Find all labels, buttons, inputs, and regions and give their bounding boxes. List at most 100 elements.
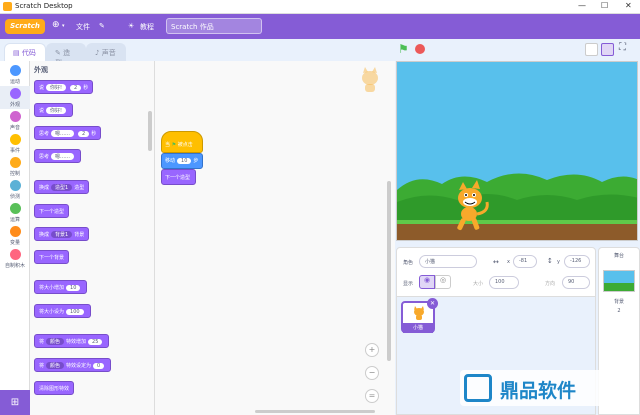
cat-icon	[414, 306, 424, 320]
think-block[interactable]: 思考 嗯……	[34, 149, 82, 163]
category-menu: 运动 外观 声音 事件 控制 侦测 运算 变量 自制积木 ⊞	[0, 61, 30, 415]
show-label: 显示	[403, 281, 414, 287]
code-workspace[interactable]: 当 ⚑ 被点击 移动 10 步 下一个造型 + − =	[155, 61, 395, 415]
category-looks[interactable]: 外观	[0, 86, 30, 109]
small-stage-button[interactable]	[585, 43, 598, 56]
next-costume-script-block[interactable]: 下一个造型	[161, 169, 196, 185]
window-title: Scratch Desktop	[15, 2, 73, 10]
direction-input[interactable]: 90	[562, 276, 590, 289]
say-block[interactable]: 说你好!	[34, 103, 74, 117]
next-backdrop-block[interactable]: 下一个背景	[34, 250, 70, 264]
sound-dot	[9, 111, 21, 122]
variables-dot	[9, 226, 21, 237]
category-operators[interactable]: 运算	[0, 201, 30, 224]
move-steps-block[interactable]: 移动 10 步	[161, 153, 203, 169]
backdrops-count: 2	[617, 308, 621, 314]
stage-title: 舞台	[613, 253, 624, 259]
category-control[interactable]: 控制	[0, 155, 30, 178]
hide-button[interactable]: ◎	[435, 275, 451, 289]
set-effect-block[interactable]: 将颜色 特效设定为 0	[34, 358, 112, 372]
change-effect-block[interactable]: 将颜色 特效增加 25	[34, 334, 110, 348]
category-sound[interactable]: 声音	[0, 109, 30, 132]
code-icon: ▤	[13, 49, 22, 57]
x-arrows-icon: ↔	[493, 258, 499, 266]
block-palette: 外观 说你好! 2 秒 说你好! 思考 嗯…… 2 秒 思考 嗯…… 换成 造型1 造型 下一个…	[30, 61, 155, 415]
watermark-text: 鼎品软件	[500, 380, 577, 402]
file-menu[interactable]: 文件	[76, 22, 90, 32]
sensing-dot	[9, 180, 21, 191]
next-costume-block[interactable]: 下一个造型	[34, 204, 70, 218]
motion-dot	[9, 65, 21, 76]
sprite-thumbnail-icon	[359, 67, 381, 95]
backdrop-thumbnail	[603, 270, 635, 292]
sprite-info-panel: 角色 小猫 ↔ x -81 ↕ y -126 显示 ◉ ◎ 大小 100 方向 …	[396, 247, 596, 297]
clear-effects-block[interactable]: 清除图形特效	[34, 381, 75, 395]
backdrop-grass	[604, 283, 634, 291]
brush-icon: ✎	[55, 49, 64, 57]
chevron-down-icon[interactable]: ▾	[62, 23, 65, 29]
tab-code[interactable]: ▤ 代码	[4, 43, 46, 61]
green-flag-icon: ⚑	[171, 142, 177, 148]
watermark-logo	[464, 374, 492, 402]
control-dot	[9, 157, 21, 168]
green-flag-icon[interactable]: ⚑	[398, 42, 409, 56]
backdrops-label: 背景	[613, 299, 624, 305]
change-size-block[interactable]: 将大小增加 10	[34, 280, 88, 294]
edit-menu[interactable]: ✎	[99, 22, 105, 30]
stage-canvas[interactable]	[396, 61, 638, 241]
stop-icon[interactable]	[415, 44, 425, 54]
category-motion[interactable]: 运动	[0, 63, 30, 86]
palette-scrollbar[interactable]	[148, 111, 152, 151]
zoom-reset-button[interactable]: =	[365, 389, 379, 403]
zoom-out-button[interactable]: −	[365, 366, 379, 380]
y-input[interactable]: -126	[564, 255, 590, 268]
minimize-button[interactable]: —	[578, 1, 586, 10]
project-title-input[interactable]: Scratch 作品	[166, 18, 262, 34]
category-events[interactable]: 事件	[0, 132, 30, 155]
category-sensing[interactable]: 侦测	[0, 178, 30, 201]
x-input[interactable]: -81	[513, 255, 537, 268]
category-my-blocks[interactable]: 自制积木	[0, 247, 30, 270]
workspace-hscrollbar[interactable]	[255, 410, 375, 413]
category-variables[interactable]: 变量	[0, 224, 30, 247]
fullscreen-icon[interactable]: ⛶	[619, 42, 626, 53]
say-for-block[interactable]: 说你好! 2 秒	[34, 80, 94, 94]
app-icon	[3, 2, 12, 11]
add-extension-button[interactable]: ⊞	[0, 390, 30, 415]
tab-costumes[interactable]: ✎ 造型	[46, 43, 86, 67]
y-arrows-icon: ↕	[547, 257, 553, 265]
palette-heading: 外观	[34, 66, 48, 74]
when-flag-clicked-block[interactable]: 当 ⚑ 被点击	[161, 131, 203, 153]
watermark: 鼎品软件	[460, 370, 630, 406]
title-bar: Scratch Desktop — ☐ ✕	[0, 0, 640, 14]
tab-sounds[interactable]: ♪ 声音	[86, 43, 126, 61]
size-input[interactable]: 100	[489, 276, 519, 289]
sprite-tile[interactable]: 小猫 ✕	[401, 298, 438, 333]
workspace-scrollbar[interactable]	[387, 181, 391, 361]
scratch-logo[interactable]: Scratch	[5, 19, 45, 34]
events-dot	[9, 134, 21, 145]
speaker-icon: ♪	[95, 49, 102, 57]
operators-dot	[9, 203, 21, 214]
direction-label: 方向	[545, 281, 556, 287]
zoom-in-button[interactable]: +	[365, 343, 379, 357]
maximize-button[interactable]: ☐	[601, 1, 608, 10]
size-label: 大小	[473, 281, 484, 287]
stage-header: ⚑ ⛶	[395, 39, 640, 61]
show-visible-button[interactable]: ◉	[419, 275, 435, 289]
my-blocks-dot	[9, 249, 21, 260]
close-button[interactable]: ✕	[625, 1, 632, 10]
switch-costume-block[interactable]: 换成 造型1 造型	[34, 180, 90, 194]
tutorials-icon[interactable]: ☀	[128, 22, 134, 30]
globe-icon[interactable]: ⊕	[52, 20, 60, 30]
tutorials-menu[interactable]: 教程	[140, 22, 154, 32]
sprite-name-input[interactable]: 小猫	[419, 255, 477, 268]
looks-dot	[9, 88, 21, 99]
menu-bar: Scratch ⊕ ▾ 文件 ✎ ☀ 教程 Scratch 作品	[0, 14, 640, 39]
trash-icon[interactable]: ✕	[427, 298, 438, 309]
think-for-block[interactable]: 思考 嗯…… 2 秒	[34, 126, 102, 140]
editor-tabs: ▤ 代码 ✎ 造型 ♪ 声音	[0, 39, 395, 67]
switch-backdrop-block[interactable]: 换成 背景1 背景	[34, 227, 90, 241]
large-stage-button[interactable]	[601, 43, 614, 56]
set-size-block[interactable]: 将大小设为 100	[34, 304, 91, 318]
